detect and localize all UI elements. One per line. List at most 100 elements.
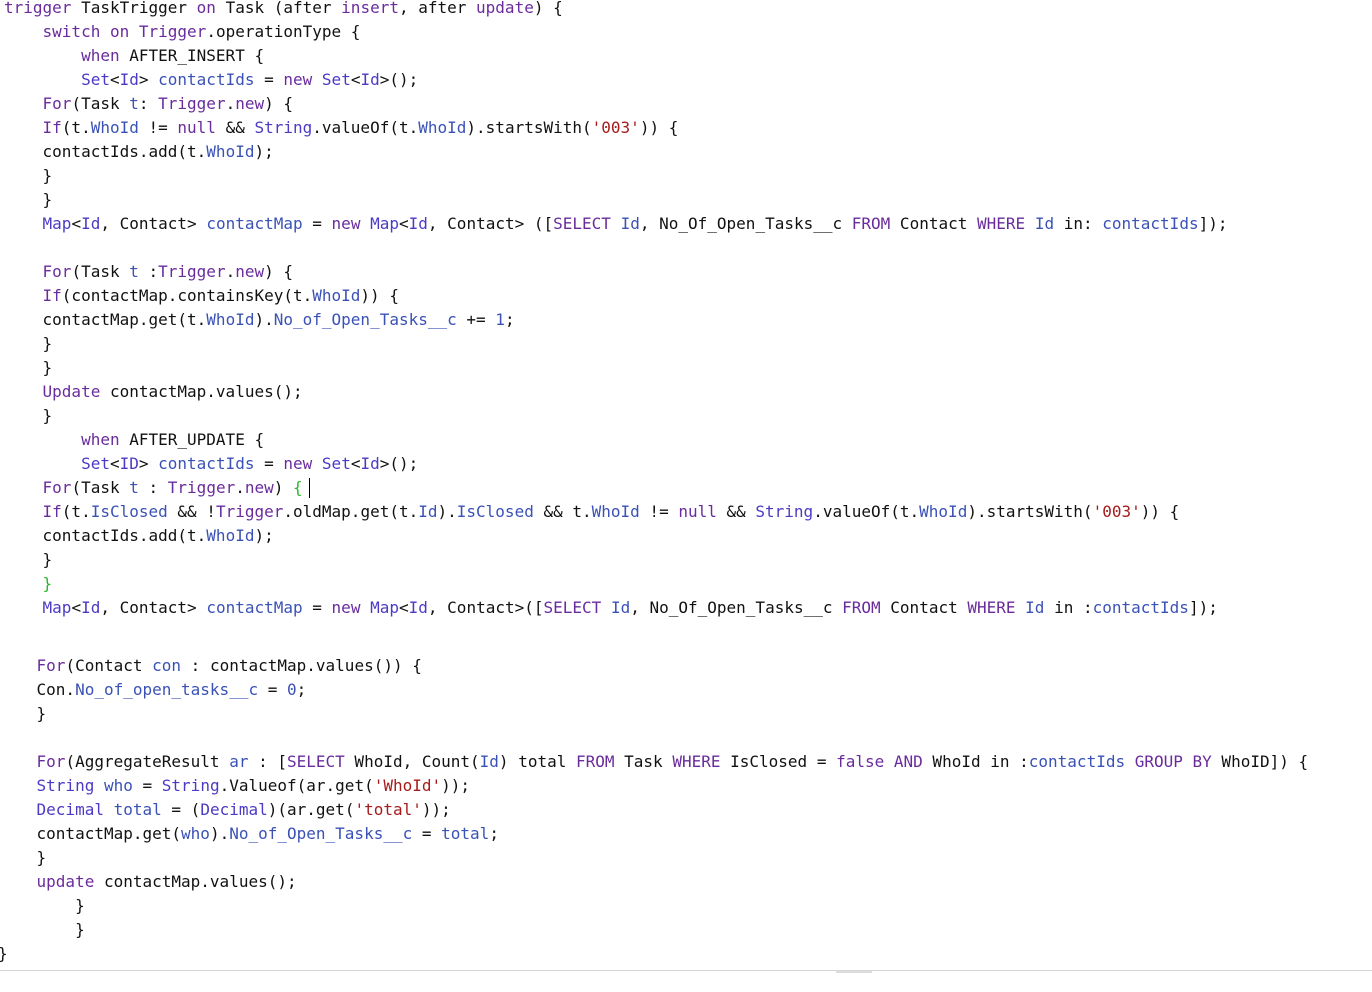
code-line-30[interactable]: } xyxy=(0,702,47,726)
code-line-32[interactable]: For(AggregateResult ar : [SELECT WhoId, … xyxy=(0,750,1309,774)
code-line-29[interactable]: Con.No_of_open_tasks__c = 0; xyxy=(0,678,307,702)
code-line-23[interactable]: contactIds.add(t.WhoId); xyxy=(4,524,274,548)
code-line-20[interactable]: Set<ID> contactIds = new Set<Id>(); xyxy=(4,452,418,476)
code-line-40[interactable]: } xyxy=(0,942,8,966)
code-line-12[interactable]: For(Task t :Trigger.new) { xyxy=(4,260,294,284)
code-line-13[interactable]: If(contactMap.containsKey(t.WhoId)) { xyxy=(4,284,399,308)
code-token: && t. xyxy=(533,502,592,521)
code-token: contactIds xyxy=(1028,752,1126,771)
code-token: .Valueof(ar.get( xyxy=(219,776,374,795)
code-line-24[interactable]: } xyxy=(4,548,53,572)
code-token: (Contact xyxy=(65,656,153,675)
code-line-35[interactable]: contactMap.get(who).No_of_Open_Tasks__c … xyxy=(0,822,499,846)
code-line-9[interactable]: } xyxy=(4,188,53,212)
code-line-17[interactable]: Update contactMap.values(); xyxy=(4,380,303,404)
code-line-5[interactable]: For(Task t: Trigger.new) { xyxy=(4,92,294,116)
code-token: ]); xyxy=(1198,214,1228,233)
code-token: = xyxy=(302,598,332,617)
code-line-15[interactable]: } xyxy=(4,332,53,356)
code-token: Trigger xyxy=(158,94,226,113)
code-token: Id xyxy=(1034,214,1055,233)
code-token: contactMap.values(); xyxy=(94,872,297,891)
code-token: TaskTrigger xyxy=(71,0,197,17)
code-token: } xyxy=(0,704,47,723)
code-token: >(); xyxy=(379,70,419,89)
code-token: : xyxy=(138,94,159,113)
code-token: For xyxy=(36,752,66,771)
code-line-14[interactable]: contactMap.get(t.WhoId).No_of_Open_Tasks… xyxy=(4,308,515,332)
code-line-26[interactable]: Map<Id, Contact> contactMap = new Map<Id… xyxy=(4,596,1218,620)
code-token: Id xyxy=(418,502,438,521)
code-token: 'WhoId' xyxy=(373,776,442,795)
code-token: IsClosed = xyxy=(720,752,837,771)
code-token: Id xyxy=(408,598,428,617)
code-token: con xyxy=(152,656,182,675)
code-line-25[interactable]: } xyxy=(4,572,53,596)
code-line-28[interactable]: For(Contact con : contactMap.values()) { xyxy=(0,654,422,678)
code-line-36[interactable]: } xyxy=(0,846,47,870)
code-token: > xyxy=(138,454,159,473)
code-token: , after xyxy=(398,0,477,17)
code-line-6[interactable]: If(t.WhoId != null && String.valueOf(t.W… xyxy=(4,116,679,140)
code-token: For xyxy=(42,94,72,113)
code-token: Id xyxy=(81,214,101,233)
code-line-10[interactable]: Map<Id, Contact> contactMap = new Map<Id… xyxy=(4,212,1228,236)
code-token: . xyxy=(235,478,245,497)
code-token: t xyxy=(129,262,139,281)
code-token: )); xyxy=(421,800,451,819)
code-line-21[interactable]: For(Task t : Trigger.new) { xyxy=(4,476,303,500)
code-token: < xyxy=(399,214,409,233)
code-token: { xyxy=(293,478,303,497)
code-line-7[interactable]: contactIds.add(t.WhoId); xyxy=(4,140,274,164)
code-token: Set xyxy=(81,70,110,89)
code-token: WHERE xyxy=(977,214,1026,233)
code-line-16[interactable]: } xyxy=(4,356,53,380)
code-token: when xyxy=(81,430,120,449)
code-token: switch on xyxy=(42,22,130,41)
code-token: } xyxy=(4,166,53,185)
code-token: Map xyxy=(42,598,72,617)
code-token: String xyxy=(254,118,313,137)
code-line-18[interactable]: } xyxy=(4,404,53,428)
code-line-34[interactable]: Decimal total = (Decimal)(ar.get('total'… xyxy=(0,798,451,822)
code-line-2[interactable]: switch on Trigger.operationType { xyxy=(4,20,361,44)
code-token: WhoId in : xyxy=(922,752,1029,771)
code-token: , No_Of_Open_Tasks__c xyxy=(630,598,843,617)
code-token: = xyxy=(254,454,284,473)
code-token: Id xyxy=(610,598,631,617)
code-line-4[interactable]: Set<Id> contactIds = new Set<Id>(); xyxy=(4,68,418,92)
code-token: ).startsWith( xyxy=(466,118,592,137)
horizontal-scrollbar-thumb[interactable] xyxy=(836,971,872,973)
code-line-33[interactable]: String who = String.Valueof(ar.get('WhoI… xyxy=(0,774,471,798)
code-line-8[interactable]: } xyxy=(4,164,53,188)
code-token: WHERE xyxy=(672,752,721,771)
code-line-3[interactable]: when AFTER_INSERT { xyxy=(4,44,264,68)
code-editor[interactable]: trigger TaskTrigger on Task (after inser… xyxy=(0,0,1372,972)
code-token: String xyxy=(755,502,814,521)
code-token: AFTER_UPDATE { xyxy=(119,430,265,449)
code-token: ; xyxy=(296,680,307,699)
code-token: = ( xyxy=(161,800,201,819)
code-line-19[interactable]: when AFTER_UPDATE { xyxy=(4,428,264,452)
code-line-39[interactable]: } xyxy=(0,918,85,942)
code-line-1[interactable]: trigger TaskTrigger on Task (after inser… xyxy=(4,0,563,20)
code-line-37[interactable]: update contactMap.values(); xyxy=(0,870,297,894)
code-token: && xyxy=(716,502,756,521)
code-token: Decimal xyxy=(200,800,268,819)
code-token: ). xyxy=(209,824,230,843)
code-token: )(ar.get( xyxy=(267,800,355,819)
code-token: Trigger xyxy=(158,262,226,281)
code-line-38[interactable]: } xyxy=(0,894,85,918)
code-token: 0 xyxy=(287,680,297,699)
code-line-22[interactable]: If(t.IsClosed && !Trigger.oldMap.get(t.I… xyxy=(4,500,1180,524)
code-token: WHERE xyxy=(967,598,1016,617)
code-token: who xyxy=(103,776,133,795)
